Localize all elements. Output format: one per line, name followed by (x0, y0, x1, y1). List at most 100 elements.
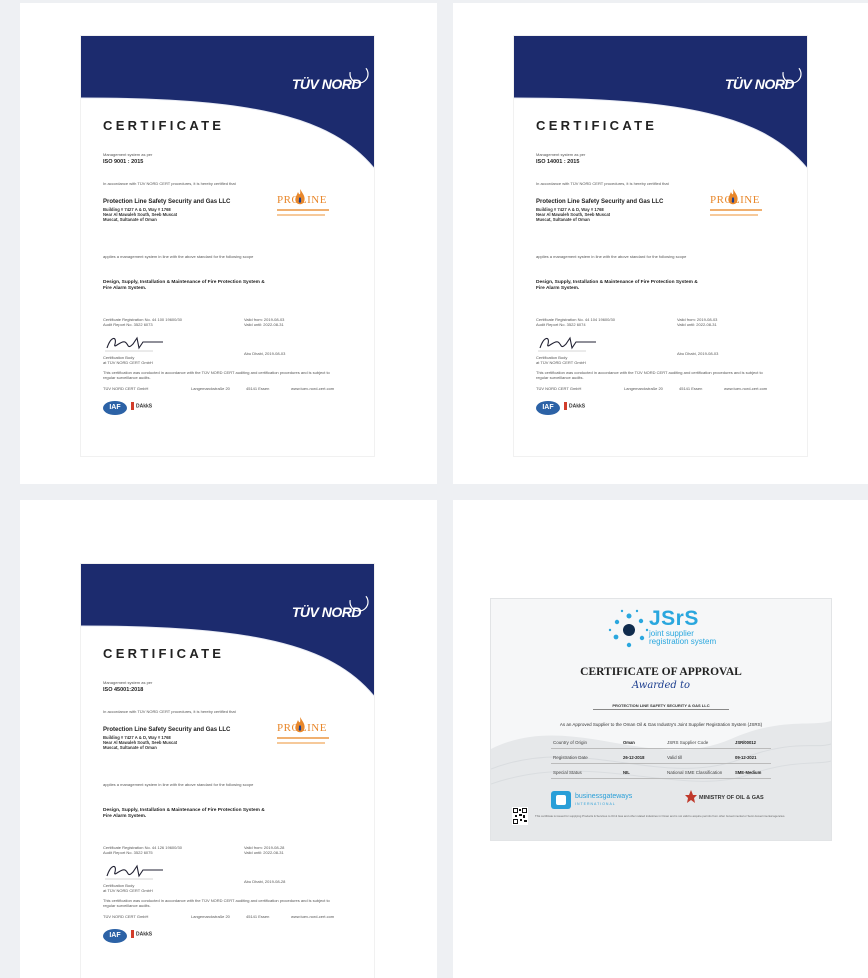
valid-until: Valid until: 2022-08-31 (244, 322, 284, 327)
applies-text: applies a management system in line with… (536, 254, 687, 259)
company-name: Protection Line Safety Security and Gas … (536, 199, 664, 205)
dakks-bar-icon (131, 402, 134, 410)
row-label: Registration Date (553, 755, 588, 760)
qr-code-icon (512, 807, 528, 825)
valid-until: Valid until: 2022-08-31 (244, 850, 284, 855)
issue-date: Abu Dhabi, 2019-08-03 (677, 351, 719, 356)
iaf-logo: IAF (103, 929, 127, 943)
row-value: Oman (623, 740, 635, 745)
footer-street: Langemarckstraße 20 (624, 386, 663, 391)
certification-note: This certification was conducted in acco… (103, 898, 330, 908)
address-line: Muscat, Sultanate of Oman (103, 217, 157, 222)
dakks-text: DAkkS (569, 403, 586, 410)
certificate-title: CERTIFICATE (103, 646, 225, 661)
certificate-tile-jsrs[interactable]: JSrS joint supplier registration system … (453, 500, 868, 978)
certificate-document: TÜV NORD CERTIFICATE Management system a… (81, 36, 374, 456)
footer-website: www.tuev-nord-cert.com (724, 386, 768, 391)
certificate-title: CERTIFICATE (103, 118, 225, 133)
iso-standard: ISO 9001 : 2015 (103, 159, 144, 165)
issue-date: Abu Dhabi, 2019-08-03 (244, 351, 286, 356)
jsrs-footer-note: This certificate is issued for supplying… (535, 814, 786, 818)
proline-tagline-bar (277, 742, 325, 744)
iaf-logo: IAF (103, 401, 127, 415)
proline-tagline-bar (710, 214, 758, 216)
row-divider (551, 763, 771, 764)
certification-body: Certification Body at TÜV NORD CERT GmbH (536, 355, 586, 365)
address-line: Muscat, Sultanate of Oman (103, 745, 157, 750)
row-label: JSRS Supplier Code (667, 740, 709, 745)
footer-company: TÜV NORD CERT GmbH (103, 914, 149, 919)
company-address: Building # 7427 A & D, Way # 1768 Near A… (103, 735, 177, 750)
accordance-text: In accordance with TÜV NORD CERT procedu… (103, 709, 236, 714)
accordance-text: In accordance with TÜV NORD CERT procedu… (103, 181, 236, 186)
standard-label: Management system as per (536, 152, 586, 157)
jsrs-logo-text: JSrS (649, 607, 699, 630)
validity-info: Valid from: 2019-08-28 Valid until: 2022… (244, 845, 284, 855)
cert-body-line: at TÜV NORD CERT GmbH (536, 360, 586, 365)
footer-website: www.tuev-nord-cert.com (291, 914, 335, 919)
row-divider (551, 778, 771, 779)
issue-date: Abu Dhabi, 2019-08-28 (244, 879, 286, 884)
scope-line: Fire Alarm System. (103, 286, 147, 291)
row-value: SME-Medium (735, 770, 762, 775)
footer-company: TÜV NORD CERT GmbH (536, 386, 582, 391)
certificate-tile-iso9001[interactable]: TÜV NORD CERTIFICATE Management system a… (20, 3, 437, 484)
certification-note: This certification was conducted in acco… (103, 370, 330, 380)
footer-city: 45141 Essen (246, 386, 270, 391)
footer-website: www.tuev-nord-cert.com (291, 386, 335, 391)
certificate-title: CERTIFICATE (536, 118, 658, 133)
signature-image (105, 336, 163, 352)
partner-businessgateways: businessgateways (575, 793, 633, 800)
certificate-tile-iso45001[interactable]: TÜV NORD CERTIFICATE Management system a… (20, 500, 437, 978)
jsrs-certificate-title: CERTIFICATE OF APPROVAL (580, 666, 742, 678)
applies-text: applies a management system in line with… (103, 254, 254, 259)
iso-standard: ISO 14001 : 2015 (536, 159, 580, 165)
proline-logo: PROLINE (269, 716, 337, 762)
header-band (514, 36, 807, 169)
validity-info: Valid from: 2019-08-03 Valid until: 2022… (677, 317, 717, 327)
footer-city: 45141 Essen (679, 386, 703, 391)
certification-note: This certification was conducted in acco… (536, 370, 763, 380)
company-underline (593, 709, 729, 710)
proline-logo-text: PROLINE (277, 194, 327, 206)
row-divider (551, 748, 771, 749)
audit-line: Audit Report No. 3522 6075 (103, 850, 153, 855)
audit-line: Audit Report No. 3522 6074 (536, 322, 586, 327)
proline-logo: PROLINE (269, 188, 337, 234)
tuv-nord-logo: TÜV NORD (291, 76, 362, 92)
standard-label: Management system as per (103, 680, 153, 685)
row-value: NIL (623, 770, 630, 775)
registration-info: Certificate Registration No. 44 104 1960… (536, 317, 615, 327)
signature-image (105, 864, 163, 880)
awarded-to-label: Awarded to (631, 680, 690, 691)
proline-logo: PROLINE (702, 188, 770, 234)
dakks-logo: DAkkS (131, 402, 152, 410)
footer-city: 45141 Essen (246, 914, 270, 919)
certificate-tile-iso14001[interactable]: TÜV NORD CERTIFICATE Management system a… (453, 3, 868, 484)
tuv-nord-logo: TÜV NORD (724, 76, 795, 92)
note-line: regular surveillance audits. (103, 375, 151, 380)
proline-logo-text: PROLINE (277, 722, 327, 734)
proline-tagline-bar (710, 209, 762, 211)
registration-info: Certificate Registration No. 44 126 1960… (103, 845, 182, 855)
cert-body-line: at TÜV NORD CERT GmbH (103, 888, 153, 893)
footer-street: Langemarckstraße 20 (191, 914, 230, 919)
footer-street: Langemarckstraße 20 (191, 386, 230, 391)
cert-body-line: at TÜV NORD CERT GmbH (103, 360, 153, 365)
dakks-bar-icon (131, 930, 134, 938)
proline-logo-text: PROLINE (710, 194, 760, 206)
address-line: Muscat, Sultanate of Oman (536, 217, 590, 222)
company-address: Building # 7427 A & D, Way # 1768 Near A… (103, 207, 177, 222)
certificate-scope: Design, Supply, Installation & Maintenan… (103, 280, 265, 292)
partner-ministry: MINISTRY OF OIL & GAS (699, 795, 764, 801)
company-name: Protection Line Safety Security and Gas … (103, 727, 231, 733)
row-label: Special Status (553, 770, 582, 775)
header-band (81, 564, 374, 697)
proline-tagline-bar (277, 214, 325, 216)
proline-tagline-bar (277, 737, 329, 739)
validity-info: Valid from: 2019-08-03 Valid until: 2022… (244, 317, 284, 327)
certification-body: Certification Body at TÜV NORD CERT GmbH (103, 355, 153, 365)
header-band (81, 36, 374, 169)
jsrs-company-name: PROTECTION LINE SAFETY SECURITY & GAS LL… (612, 703, 710, 708)
dakks-logo: DAkkS (564, 402, 585, 410)
